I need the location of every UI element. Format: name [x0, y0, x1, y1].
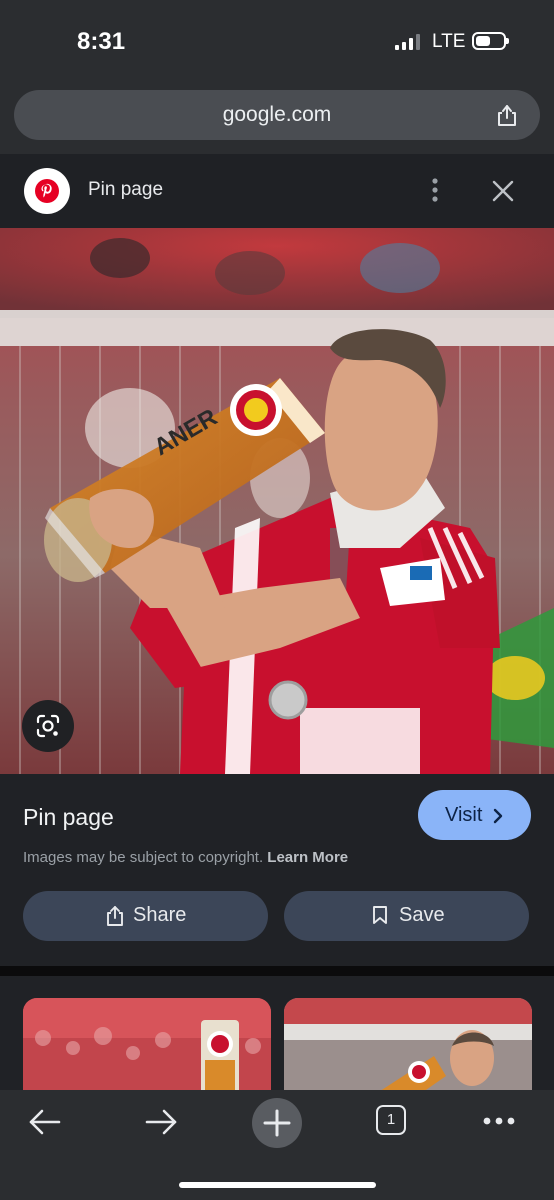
save-button[interactable]: Save	[284, 891, 529, 941]
related-image-1	[23, 998, 271, 1090]
status-time: 8:31	[77, 28, 126, 55]
home-indicator	[179, 1182, 376, 1188]
back-arrow-icon[interactable]	[28, 1108, 62, 1136]
save-label: Save	[399, 904, 445, 926]
plus-icon	[263, 1109, 291, 1137]
visit-button[interactable]: Visit	[418, 790, 531, 840]
chevron-right-icon	[493, 808, 503, 824]
more-vert-icon[interactable]	[423, 176, 447, 206]
lens-button[interactable]	[22, 700, 74, 752]
tabs-button[interactable]: 1	[376, 1105, 406, 1135]
source-title[interactable]: Pin page	[88, 179, 163, 201]
player-photo: ANER	[0, 228, 554, 774]
pinterest-logo	[24, 168, 70, 214]
browser-toolbar: 1	[0, 1090, 554, 1200]
url-text[interactable]: google.com	[14, 103, 540, 127]
bookmark-icon	[373, 906, 387, 924]
status-bar: 8:31 LTE	[0, 0, 554, 82]
close-icon[interactable]	[490, 178, 516, 204]
signal-icon	[395, 34, 420, 50]
battery-icon	[472, 32, 509, 50]
learn-more-link[interactable]: Learn More	[267, 849, 348, 866]
share-label: Share	[133, 904, 187, 926]
new-tab-button[interactable]	[252, 1098, 302, 1148]
main-image[interactable]: ANER	[0, 228, 554, 774]
copyright-text: Images may be subject to copyright.	[23, 849, 264, 866]
image-title: Pin page	[23, 804, 114, 830]
share-button[interactable]: Share	[23, 891, 268, 941]
share-icon	[107, 906, 123, 926]
section-divider	[0, 966, 554, 976]
network-type: LTE	[432, 31, 466, 52]
lens-icon	[36, 714, 60, 738]
browser-header: google.com	[0, 82, 554, 154]
more-horiz-icon[interactable]	[482, 1116, 516, 1126]
image-info-panel: Pin page Visit Images may be subject to …	[0, 774, 554, 966]
share-icon[interactable]	[494, 102, 520, 128]
related-image[interactable]	[23, 998, 271, 1090]
forward-arrow-icon[interactable]	[144, 1108, 178, 1136]
related-image-2	[284, 998, 532, 1090]
related-image[interactable]	[284, 998, 532, 1090]
address-bar[interactable]: google.com	[14, 90, 540, 140]
image-viewer-header: Pin page	[0, 154, 554, 228]
copyright-notice: Images may be subject to copyright. Lear…	[23, 849, 348, 866]
pinterest-icon	[35, 179, 59, 203]
related-images	[0, 976, 554, 1090]
visit-label: Visit	[445, 804, 483, 826]
